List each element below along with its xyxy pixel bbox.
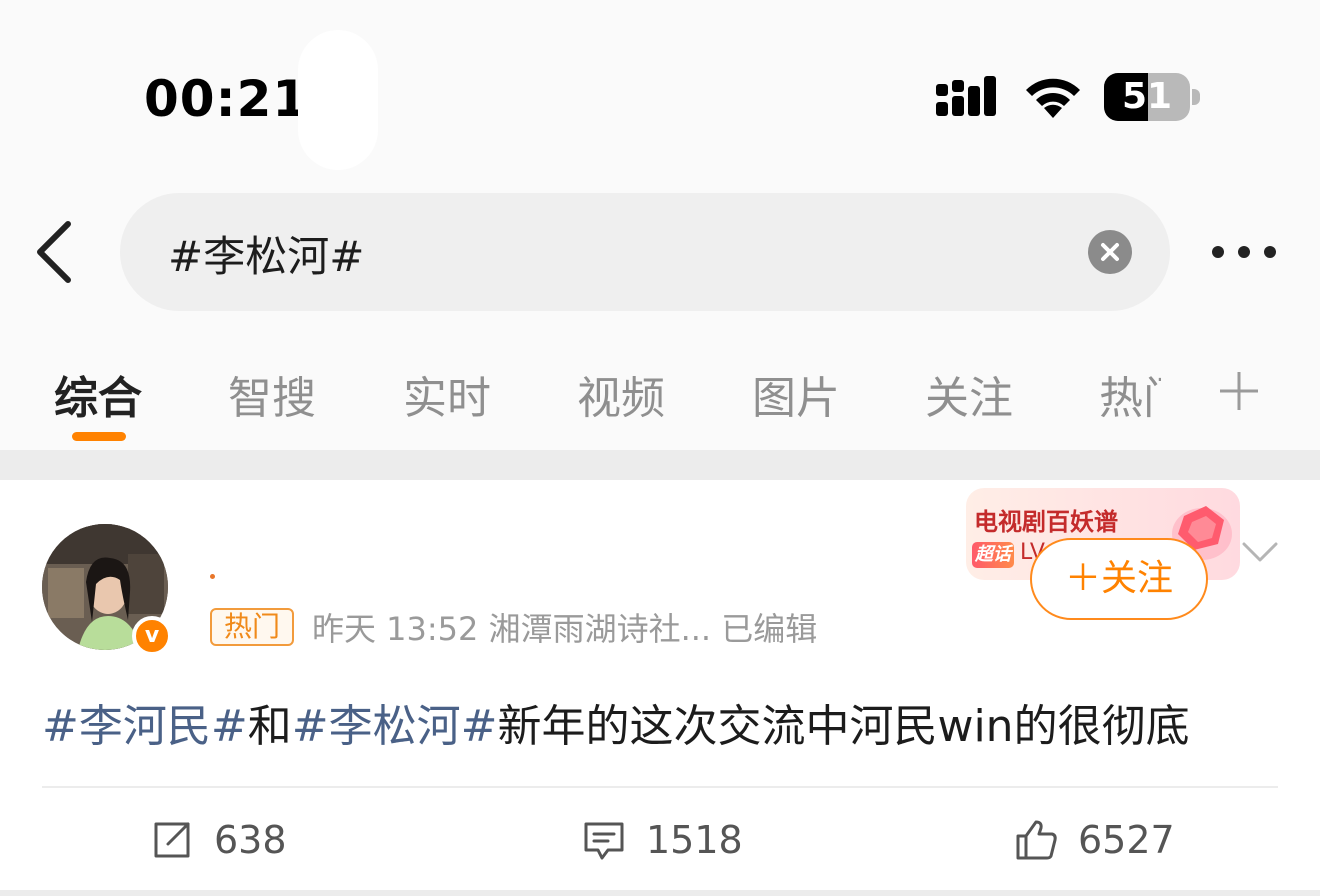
- post-text-connector: 和: [247, 701, 292, 752]
- verified-badge-icon: v: [132, 616, 172, 656]
- more-options-icon[interactable]: [1208, 230, 1280, 274]
- like-button[interactable]: 6527: [1014, 810, 1175, 870]
- post-divider: [42, 786, 1278, 788]
- active-tab-indicator: [72, 432, 126, 441]
- super-topic-tag: 超话: [972, 542, 1014, 568]
- thumbs-up-icon: [1016, 820, 1057, 860]
- battery-indicator: 51: [1104, 73, 1200, 121]
- search-tabs: 综合 智搜 实时 视频 图片 关注 热门: [0, 350, 1320, 450]
- wifi-icon: [1026, 78, 1080, 118]
- follow-button[interactable]: ＋关注: [1030, 538, 1208, 620]
- tab-video[interactable]: 视频: [577, 362, 665, 426]
- battery-level-text: 51: [1121, 76, 1173, 117]
- comment-icon: [584, 822, 624, 860]
- repost-button[interactable]: 638: [150, 810, 287, 870]
- hot-badge: 热门: [210, 608, 294, 646]
- tab-following[interactable]: 关注: [925, 362, 1013, 426]
- chevron-down-icon[interactable]: [1240, 538, 1280, 568]
- like-count: 6527: [1078, 818, 1175, 862]
- username-redacted[interactable]: [186, 526, 526, 586]
- repost-icon: [154, 822, 190, 858]
- tab-comprehensive[interactable]: 综合: [54, 362, 142, 426]
- post-text-body: 新年的这次交流中河民win的很彻底: [497, 701, 1190, 752]
- topic-link[interactable]: #李河民#: [42, 701, 248, 752]
- tab-hot[interactable]: 热门: [1099, 362, 1161, 426]
- post-text: #李河民#和#李松河#新年的这次交流中河民win的很彻底: [42, 690, 1190, 754]
- cellular-signal-icon: [936, 76, 996, 116]
- topic-link[interactable]: #李松河#: [292, 701, 498, 752]
- tab-smart-search[interactable]: 智搜: [228, 362, 316, 426]
- search-input[interactable]: #李松河#: [120, 193, 1170, 311]
- super-topic-title: 电视剧百妖谱: [974, 508, 1118, 536]
- search-query[interactable]: #李松河#: [168, 223, 364, 284]
- post-meta: 昨天 13:52 湘潭雨湖诗社... 已编辑: [312, 610, 818, 648]
- add-tab-icon[interactable]: [1216, 368, 1262, 414]
- username-trace: [210, 574, 215, 579]
- battery-cap: [1192, 89, 1200, 105]
- post-card: v 热门 昨天 13:52 湘潭雨湖诗社... 已编辑 电视剧百妖谱 超话 LV…: [0, 480, 1320, 896]
- repost-count: 638: [214, 818, 287, 862]
- status-time: 00:21: [144, 70, 309, 128]
- redaction-mark: [298, 30, 378, 170]
- section-divider: [0, 450, 1320, 480]
- tab-realtime[interactable]: 实时: [403, 362, 491, 426]
- battery-body: 51: [1104, 73, 1190, 121]
- comment-button[interactable]: 1518: [582, 810, 743, 870]
- tab-images[interactable]: 图片: [752, 362, 840, 426]
- back-arrow-icon[interactable]: [30, 218, 80, 286]
- clear-search-icon[interactable]: [1088, 230, 1132, 274]
- screen: 00:21 51 #李松河# 综合 智搜 实时 视频 图片 关注 热 v 热门 …: [0, 0, 1320, 896]
- card-bottom-divider: [0, 890, 1320, 896]
- comment-count: 1518: [646, 818, 743, 862]
